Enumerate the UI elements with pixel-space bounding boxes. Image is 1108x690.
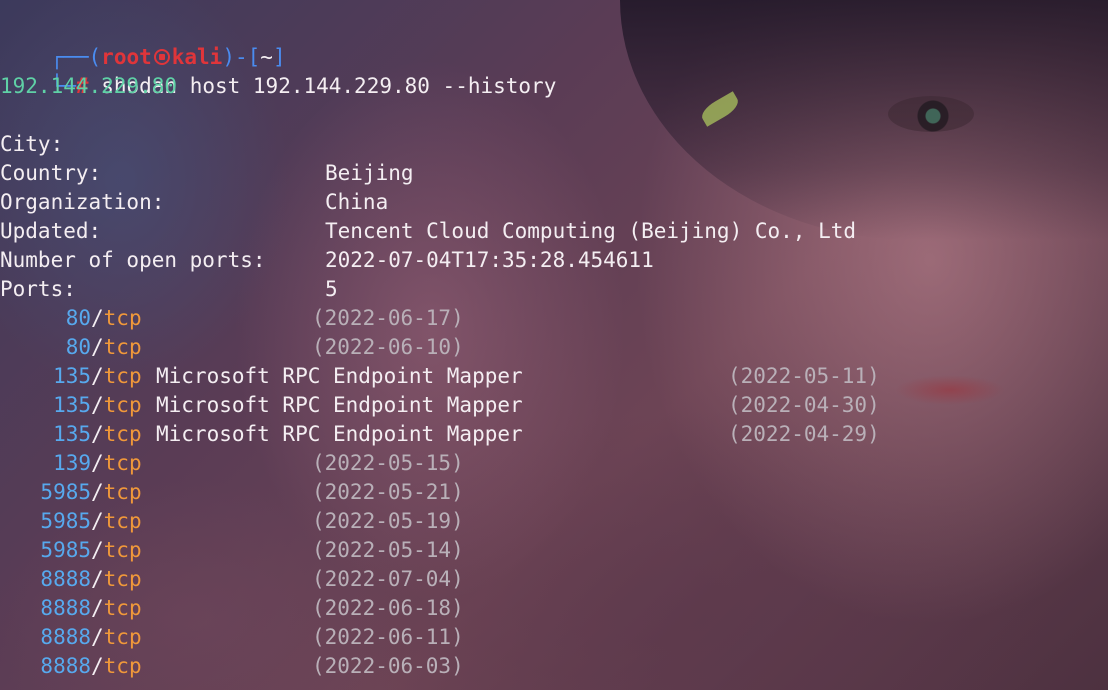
port-number: 8888 <box>40 596 91 620</box>
prompt-command-line: └─# shodan host 192.144.229.80 --history <box>0 43 1108 98</box>
protocol-label: tcp <box>103 306 142 330</box>
port-protocol: /tcp <box>91 565 142 594</box>
port-protocol: /tcp <box>91 362 142 391</box>
port-date: (2022-05-19) <box>312 509 464 533</box>
port-slash: / <box>91 567 104 591</box>
protocol-label: tcp <box>103 335 142 359</box>
port-protocol: /tcp <box>91 623 142 652</box>
protocol-label: tcp <box>103 596 142 620</box>
protocol-label: tcp <box>103 567 142 591</box>
port-row: 8888/tcp (2022-06-11) <box>0 623 1108 652</box>
port-row: 8888/tcp (2022-07-04) <box>0 565 1108 594</box>
port-protocol: /tcp <box>91 333 142 362</box>
ports-header: Ports: <box>0 277 76 301</box>
port-date: (2022-04-29) <box>728 422 880 446</box>
port-protocol: /tcp <box>91 652 142 681</box>
port-date: (2022-04-30) <box>728 393 880 417</box>
protocol-label: tcp <box>103 451 142 475</box>
protocol-label: tcp <box>103 422 142 446</box>
port-slash: / <box>91 480 104 504</box>
protocol-label: tcp <box>103 480 142 504</box>
port-row: 5985/tcp (2022-05-21) <box>0 478 1108 507</box>
port-row: 8888/tcp (2022-06-18) <box>0 594 1108 623</box>
port-number: 135 <box>53 422 91 446</box>
field-row: Country: China <box>0 130 1108 214</box>
port-number: 8888 <box>40 654 91 678</box>
port-date: (2022-05-21) <box>312 480 464 504</box>
protocol-label: tcp <box>103 625 142 649</box>
port-protocol: /tcp <box>91 420 142 449</box>
port-service: Microsoft RPC Endpoint Mapper <box>156 364 523 388</box>
port-date: (2022-05-11) <box>728 364 880 388</box>
port-date: (2022-06-18) <box>312 596 464 620</box>
port-protocol: /tcp <box>91 478 142 507</box>
port-slash: / <box>91 422 104 446</box>
port-slash: / <box>91 596 104 620</box>
result-ip: 192.144.229.80 <box>0 74 178 98</box>
port-service: Microsoft RPC Endpoint Mapper <box>156 393 523 417</box>
port-row: 5985/tcp (2022-05-19) <box>0 507 1108 536</box>
port-row: 80/tcp (2022-06-17) <box>0 304 1108 333</box>
port-date: (2022-07-04) <box>312 567 464 591</box>
port-row: 5985/tcp (2022-05-14) <box>0 536 1108 565</box>
port-row: 80/tcp (2022-06-10) <box>0 333 1108 362</box>
field-row: Updated: 2022-07-04T17:35:28.454611 <box>0 188 1108 272</box>
port-slash: / <box>91 364 104 388</box>
port-slash: / <box>91 625 104 649</box>
port-date: (2022-06-17) <box>312 306 464 330</box>
ports-list: 80/tcp (2022-06-17) 80/tcp (2022-06-10) 135/… <box>0 304 1108 681</box>
port-number: 5985 <box>40 509 91 533</box>
port-row: 135/tcp Microsoft RPC Endpoint Mapper (202… <box>0 420 1108 449</box>
port-slash: / <box>91 509 104 533</box>
field-row: City: Beijing <box>0 101 1108 185</box>
protocol-label: tcp <box>103 509 142 533</box>
port-protocol: /tcp <box>91 507 142 536</box>
port-row: 8888/tcp (2022-06-03) <box>0 652 1108 681</box>
port-number: 5985 <box>40 538 91 562</box>
port-number: 80 <box>65 306 91 330</box>
port-number: 8888 <box>40 567 91 591</box>
port-row: 135/tcp Microsoft RPC Endpoint Mapper (202… <box>0 362 1108 391</box>
port-protocol: /tcp <box>91 594 142 623</box>
port-date: (2022-06-10) <box>312 335 464 359</box>
port-number: 80 <box>65 335 91 359</box>
port-date: (2022-05-15) <box>312 451 464 475</box>
port-number: 5985 <box>40 480 91 504</box>
port-slash: / <box>91 451 104 475</box>
port-number: 135 <box>53 393 91 417</box>
port-date: (2022-05-14) <box>312 538 464 562</box>
terminal-output[interactable]: ┌──(root kali)-[~] └─# shodan host 192.14… <box>0 14 1108 681</box>
port-date: (2022-06-11) <box>312 625 464 649</box>
port-service: Microsoft RPC Endpoint Mapper <box>156 422 523 446</box>
port-slash: / <box>91 335 104 359</box>
protocol-label: tcp <box>103 654 142 678</box>
port-protocol: /tcp <box>91 449 142 478</box>
port-row: 139/tcp (2022-05-15) <box>0 449 1108 478</box>
field-row: Number of open ports: 5 <box>0 217 1108 301</box>
port-number: 8888 <box>40 625 91 649</box>
protocol-label: tcp <box>103 538 142 562</box>
protocol-label: tcp <box>103 393 142 417</box>
port-protocol: /tcp <box>91 536 142 565</box>
port-slash: / <box>91 538 104 562</box>
port-number: 139 <box>53 451 91 475</box>
prompt-header: ┌──(root kali)-[~] <box>0 14 1108 69</box>
port-protocol: /tcp <box>91 304 142 333</box>
protocol-label: tcp <box>103 364 142 388</box>
port-date: (2022-06-03) <box>312 654 464 678</box>
port-row: 135/tcp Microsoft RPC Endpoint Mapper (202… <box>0 391 1108 420</box>
port-slash: / <box>91 306 104 330</box>
port-slash: / <box>91 393 104 417</box>
port-slash: / <box>91 654 104 678</box>
port-protocol: /tcp <box>91 391 142 420</box>
port-number: 135 <box>53 364 91 388</box>
field-row: Organization: Tencent Cloud Computing (B… <box>0 159 1108 243</box>
